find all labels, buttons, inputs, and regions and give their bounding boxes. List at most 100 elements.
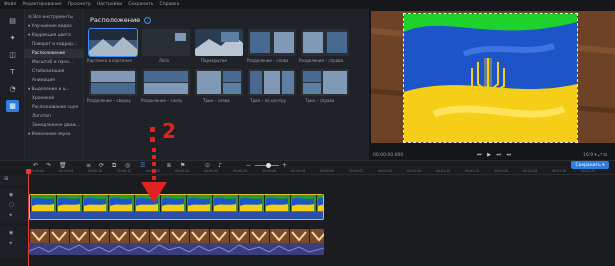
layout-panel: Расположение i Картинка в картинке Лого … xyxy=(84,9,369,160)
sidebar-item-layout[interactable]: Расположение xyxy=(25,49,83,58)
time-ruler[interactable]: 00:00:00 00:00:05 00:00:10 00:00:15 00:0… xyxy=(28,169,615,175)
split-left-thumbnail-icon xyxy=(248,29,296,56)
ruler-tick: 00:00:25 xyxy=(175,169,190,173)
background-clip-frames xyxy=(29,229,324,255)
eye-icon[interactable]: ◉ xyxy=(9,230,13,236)
more-tools-icon[interactable]: ▦ xyxy=(6,100,19,112)
zoom-in-icon[interactable]: + xyxy=(282,162,287,169)
ruler-tick: 00:01:30 xyxy=(552,169,567,173)
layout-tile-split-top[interactable] xyxy=(89,69,137,96)
layout-tile-split-right[interactable] xyxy=(301,29,349,56)
tool-rail: ▤ ✦ ◫ T ◔ ▦ xyxy=(0,9,25,160)
transport-controls[interactable]: ⏮ ▶ ⏭ ⏭ xyxy=(477,152,513,158)
layout-tile-trio-left[interactable] xyxy=(195,69,243,96)
sidebar-item-zoom-pan[interactable]: Масштаб и пано... xyxy=(32,58,73,67)
layout-tile-trio-right[interactable] xyxy=(301,69,349,96)
chroma-key-layer[interactable] xyxy=(403,13,578,143)
panel-title: Расположение i xyxy=(90,16,152,24)
sidebar-item-animation[interactable]: Анимация xyxy=(32,76,55,85)
info-icon[interactable]: i xyxy=(144,16,152,24)
menu-save[interactable]: Сохранить xyxy=(128,2,153,7)
tile-label: Трио – слева xyxy=(203,98,230,103)
panel-title-text: Расположение xyxy=(90,16,141,24)
layout-tile-trio-center[interactable] xyxy=(248,69,296,96)
layout-tile-split-bottom[interactable] xyxy=(142,69,190,96)
zoom-slider-handle[interactable] xyxy=(266,163,271,168)
sidebar-item-slow-motion[interactable]: Замедленное движ... xyxy=(32,121,80,130)
layout-icon[interactable]: ☰ xyxy=(140,162,145,169)
ruler-tick: 00:00:50 xyxy=(320,169,335,173)
redo-icon[interactable]: ↷ xyxy=(46,162,51,169)
track-header-audio: ◉ ◂ xyxy=(0,226,28,258)
ruler-tick: 00:00:05 xyxy=(59,169,74,173)
menu-view[interactable]: Просмотр xyxy=(68,2,91,7)
ruler-tick: 00:01:25 xyxy=(523,169,538,173)
speaker-icon[interactable]: ◂ xyxy=(9,212,12,218)
ruler-tick: 00:00:30 xyxy=(204,169,219,173)
delete-icon[interactable]: 🗑 xyxy=(59,162,67,169)
ruler-tick: 00:00:35 xyxy=(233,169,248,173)
trio-left-thumbnail-icon xyxy=(195,69,243,96)
microphone-icon[interactable]: ♪ xyxy=(218,162,222,169)
ruler-tick: 00:00:10 xyxy=(88,169,103,173)
ruler-tick: 00:00:55 xyxy=(349,169,364,173)
undo-icon[interactable]: ↶ xyxy=(33,162,38,169)
color-icon[interactable]: ◎ xyxy=(125,162,130,169)
playhead[interactable] xyxy=(28,169,29,266)
add-track-icon[interactable]: ⊞ xyxy=(4,176,8,182)
track-header-add: ⊞ xyxy=(0,175,28,185)
menu-help[interactable]: Справка xyxy=(160,2,180,7)
sidebar-item-video-enhance[interactable]: ▾ Улучшение видео xyxy=(28,22,72,31)
timeline-toolbar: ↶ ↷ 🗑 ≡ ⟳ ⧉ ◎ ☰ ⧈ ⚑ ⊙ ♪ − + Сохранить ▾ xyxy=(0,160,615,169)
playhead-handle[interactable] xyxy=(26,169,31,174)
sidebar-item-stabilization[interactable]: Стабилизация xyxy=(32,67,64,76)
import-icon[interactable]: ▤ xyxy=(6,15,19,27)
save-button[interactable]: Сохранить ▾ xyxy=(571,161,609,169)
tile-label: Разделение – снизу xyxy=(141,98,183,103)
titles-icon[interactable]: T xyxy=(6,66,19,78)
transitions-icon[interactable]: ◔ xyxy=(6,83,19,95)
ruler-tick: 00:01:20 xyxy=(494,169,509,173)
video-clip[interactable] xyxy=(29,194,324,220)
magic-wand-icon[interactable]: ✦ xyxy=(6,32,19,44)
split-icon[interactable]: ≡ xyxy=(86,162,91,169)
annotation-arrow-stem xyxy=(152,148,156,184)
rotate-icon[interactable]: ⟳ xyxy=(99,162,104,169)
sidebar-item-chroma-key[interactable]: Хромакей xyxy=(32,94,54,103)
menu-edit[interactable]: Редактирование xyxy=(22,2,61,7)
filters-icon[interactable]: ◫ xyxy=(6,49,19,61)
background-clip[interactable] xyxy=(29,229,324,255)
record-icon[interactable]: ⊙ xyxy=(205,162,210,169)
flag-icon[interactable]: ⚑ xyxy=(180,162,185,169)
sidebar-item-scene-detect[interactable]: Распознавание сцен xyxy=(32,103,78,112)
tile-label: Разделение – сверху xyxy=(87,98,131,103)
overlap-thumbnail-icon xyxy=(195,29,243,56)
sidebar-item-color-correction[interactable]: ▾ Коррекция цвета xyxy=(28,31,71,40)
menu-bar: Файл Редактирование Просмотр Настройки С… xyxy=(0,0,615,9)
preview-frame xyxy=(371,11,615,143)
logo-thumbnail-icon xyxy=(142,29,190,56)
layout-tile-split-left[interactable] xyxy=(248,29,296,56)
eye-icon[interactable]: ◉ xyxy=(9,192,13,198)
menu-settings[interactable]: Настройки xyxy=(97,2,122,7)
sidebar-item-highlight[interactable]: ▾ Выделение и ц... xyxy=(28,85,70,94)
aspect-ratio-select[interactable]: 16:9 ▾ ⤢ ⊡ xyxy=(583,152,607,158)
mountain-thumbnail-icon xyxy=(89,29,137,56)
menu-file[interactable]: Файл xyxy=(4,2,16,7)
layout-tile-logo[interactable] xyxy=(142,29,190,56)
lock-icon[interactable]: ▢ xyxy=(9,202,14,208)
sidebar-item-all-tools[interactable]: ☰ Все инструменты xyxy=(28,13,73,22)
ruler-tick: 00:00:15 xyxy=(117,169,132,173)
sidebar-item-logo[interactable]: Логотип xyxy=(32,112,51,121)
ruler-tick: 00:00:40 xyxy=(262,169,277,173)
speaker-icon[interactable]: ◂ xyxy=(9,240,12,246)
layout-tile-overlap[interactable] xyxy=(195,29,243,56)
track-header-video: ◉ ▢ ◂ xyxy=(0,189,28,223)
sidebar-item-audio-change[interactable]: ▾ Изменение звука xyxy=(28,130,71,139)
zoom-out-icon[interactable]: − xyxy=(246,162,251,169)
sidebar-item-rotate-crop[interactable]: Поворот и кадрир... xyxy=(32,40,77,49)
video-clip-frames xyxy=(30,195,323,213)
ruler-tick: 00:01:15 xyxy=(465,169,480,173)
clip-volume-bar xyxy=(30,212,323,219)
layout-tile-pip[interactable] xyxy=(88,28,138,57)
